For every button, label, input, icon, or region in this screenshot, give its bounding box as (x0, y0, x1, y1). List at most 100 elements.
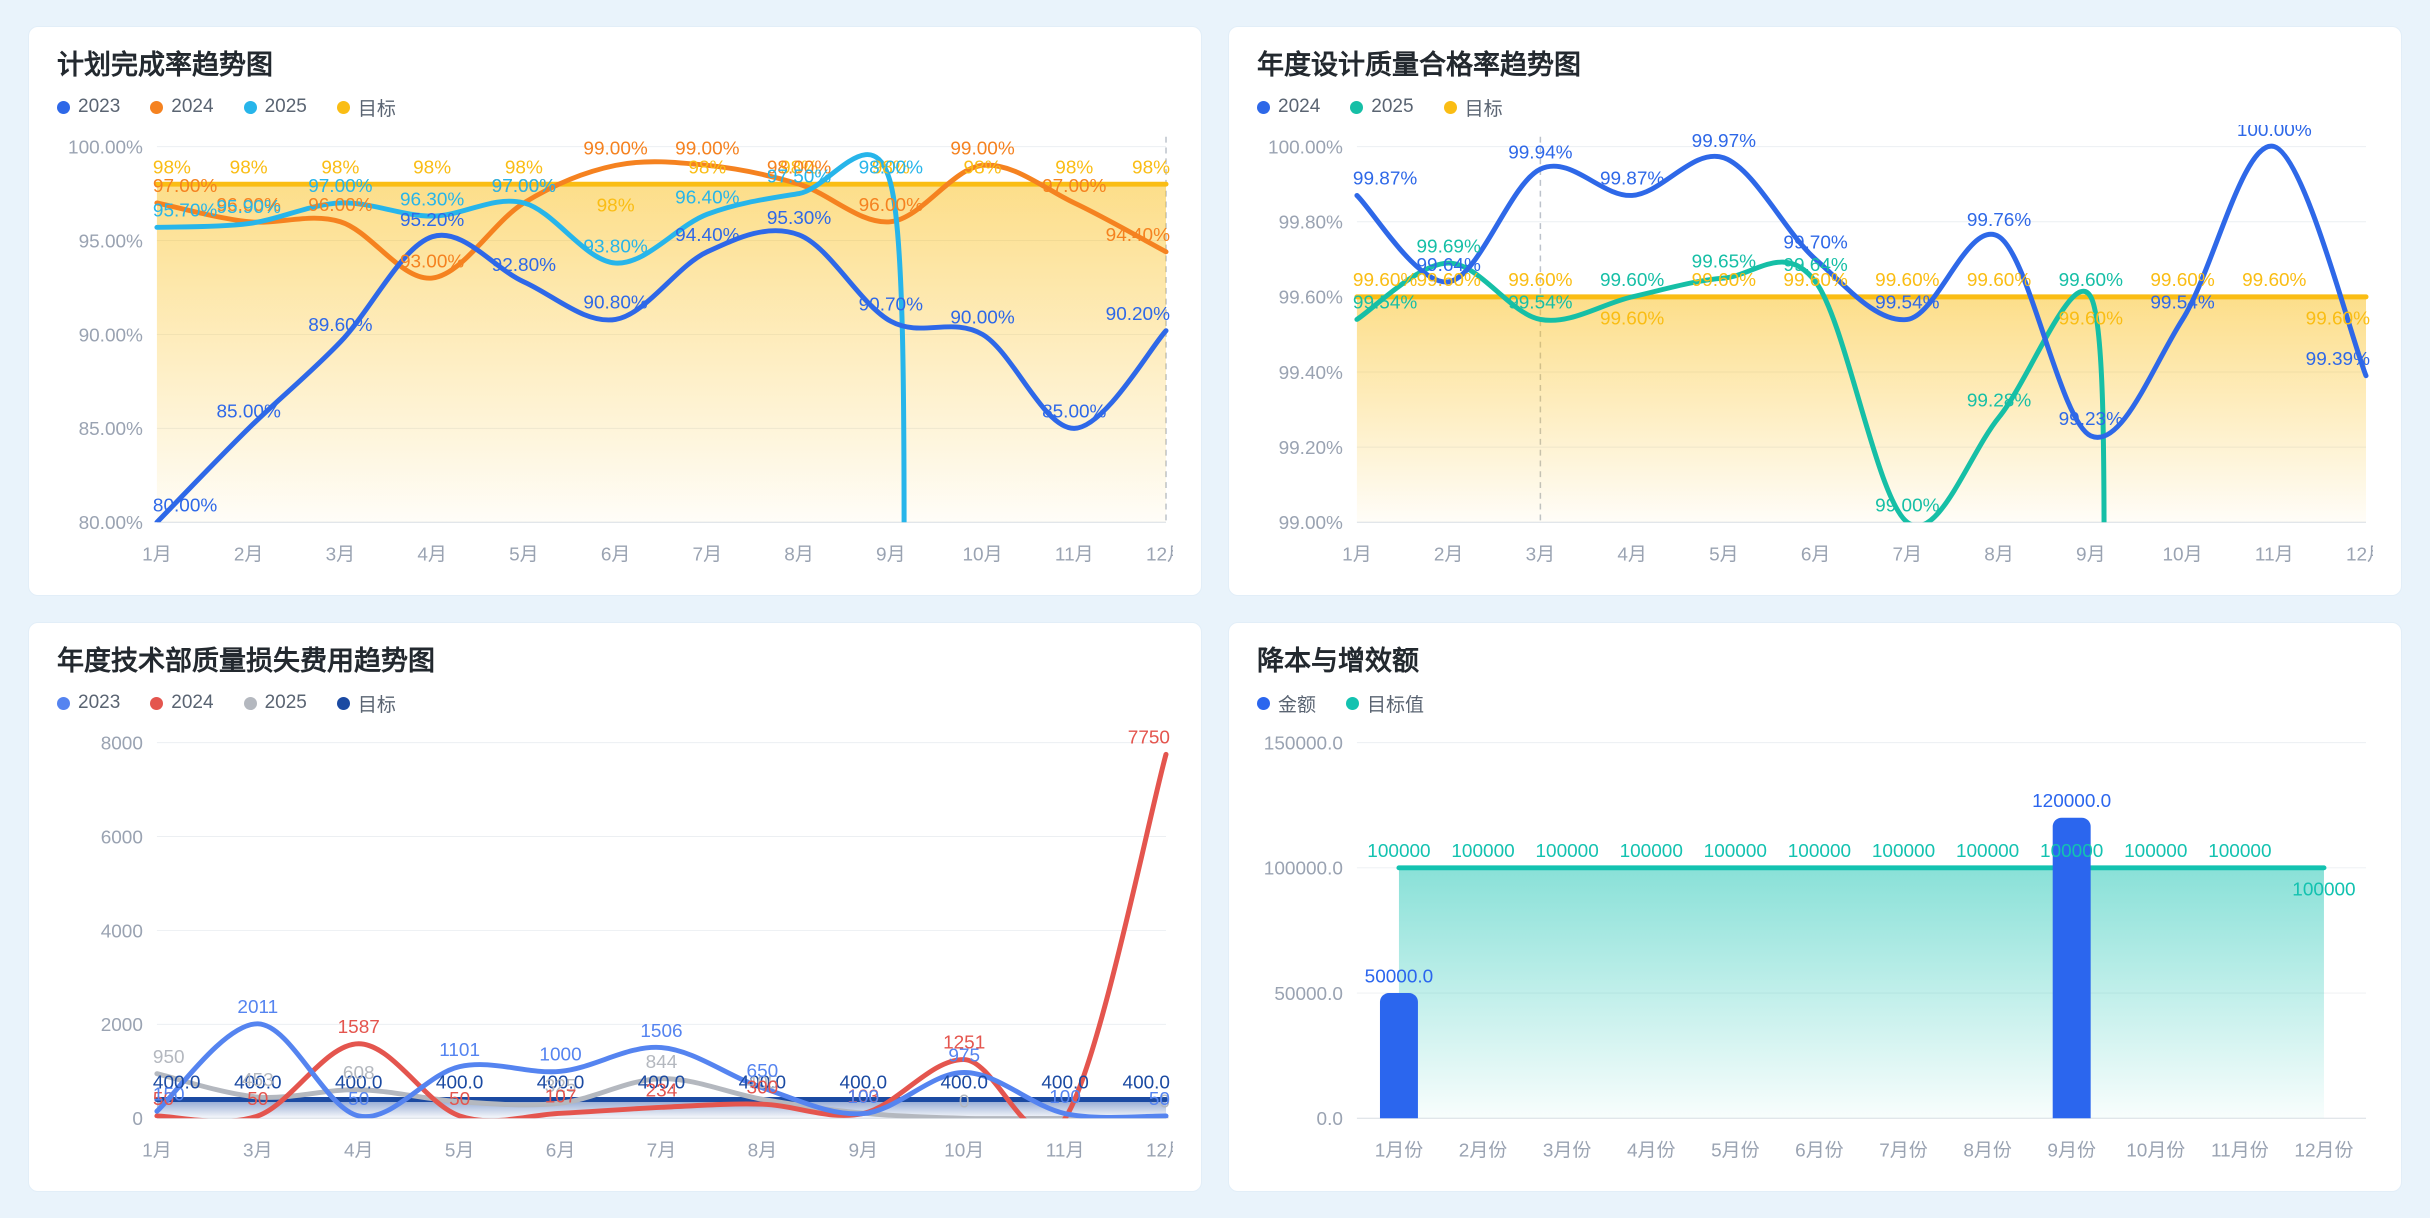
svg-text:92.80%: 92.80% (492, 254, 557, 275)
svg-text:98%: 98% (413, 157, 451, 178)
chart-legend: 2023 2024 2025 目标 (57, 687, 1173, 719)
svg-text:1月: 1月 (142, 544, 172, 565)
svg-text:99.76%: 99.76% (1967, 209, 2032, 230)
svg-text:90.00%: 90.00% (79, 324, 144, 345)
svg-text:3月: 3月 (1526, 544, 1556, 565)
svg-text:6月: 6月 (601, 544, 631, 565)
svg-text:95.90%: 95.90% (216, 196, 281, 217)
card-plan-completion: 计划完成率趋势图 202320242025目标 80.00%85.00%90.0… (28, 26, 1202, 596)
svg-text:6月份: 6月份 (1795, 1140, 1844, 1161)
legend-dot (1444, 101, 1457, 114)
svg-text:98%: 98% (153, 157, 191, 178)
legend-item-2024[interactable]: 2024 (150, 692, 213, 714)
card-cost-reduction: 降本与增效额 金额目标值 0.050000.0100000.0150000.01… (1228, 622, 2402, 1192)
svg-text:1月: 1月 (1342, 544, 1372, 565)
legend-dot (150, 101, 163, 114)
svg-text:2月: 2月 (1434, 544, 1464, 565)
svg-text:99.60%: 99.60% (1600, 307, 1665, 328)
svg-text:5月份: 5月份 (1711, 1140, 1760, 1161)
legend-item-目标值[interactable]: 目标值 (1346, 690, 1424, 717)
plan-completion-chart[interactable]: 80.00%85.00%90.00%95.00%100.00%1月2月3月4月5… (57, 125, 1173, 589)
legend-dot (244, 697, 257, 710)
svg-text:99.87%: 99.87% (1353, 168, 1418, 189)
svg-text:9月: 9月 (849, 1140, 879, 1161)
legend-label: 2024 (171, 692, 213, 714)
svg-text:99.00%: 99.00% (1279, 512, 1344, 533)
legend-dot (1257, 697, 1270, 710)
svg-text:97.00%: 97.00% (308, 175, 373, 196)
legend-item-2024[interactable]: 2024 (150, 96, 213, 118)
svg-text:95.20%: 95.20% (400, 209, 465, 230)
svg-text:99.60%: 99.60% (1600, 269, 1665, 290)
svg-text:1101: 1101 (439, 1039, 480, 1060)
svg-text:90.80%: 90.80% (583, 292, 648, 313)
legend-item-2024[interactable]: 2024 (1257, 96, 1320, 118)
legend-item-目标[interactable]: 目标 (337, 94, 396, 121)
svg-text:98%: 98% (964, 157, 1002, 178)
chart-canvas: 020004000600080001月3月4月5月6月7月8月9月10月11月1… (57, 721, 1173, 1185)
svg-text:6月: 6月 (546, 1140, 576, 1161)
svg-text:8000: 8000 (101, 733, 143, 754)
card-design-quality: 年度设计质量合格率趋势图 20242025目标 99.00%99.20%99.4… (1228, 26, 2402, 596)
svg-text:99.23%: 99.23% (2059, 408, 2124, 429)
svg-text:100000: 100000 (1788, 840, 1851, 861)
svg-text:1月份: 1月份 (1375, 1140, 1424, 1161)
svg-text:8月份: 8月份 (1963, 1140, 2012, 1161)
chart-legend: 金额 目标值 (1257, 687, 2373, 719)
svg-text:98%: 98% (321, 157, 359, 178)
quality-loss-cost-chart[interactable]: 020004000600080001月3月4月5月6月7月8月9月10月11月1… (57, 721, 1173, 1185)
svg-text:100.00%: 100.00% (2237, 125, 2312, 140)
legend-item-2023[interactable]: 2023 (57, 692, 120, 714)
svg-text:100000: 100000 (2124, 840, 2187, 861)
legend-item-目标[interactable]: 目标 (1444, 94, 1503, 121)
legend-item-2025[interactable]: 2025 (244, 96, 307, 118)
svg-text:11月份: 11月份 (2211, 1140, 2269, 1161)
svg-text:3月: 3月 (243, 1140, 273, 1161)
chart-title-design-quality: 年度设计质量合格率趋势图 (1257, 47, 2373, 83)
legend-dot (244, 101, 257, 114)
chart-canvas: 0.050000.0100000.0150000.01月份2月份3月份4月份5月… (1257, 721, 2373, 1185)
legend-item-目标[interactable]: 目标 (337, 690, 396, 717)
svg-text:100000: 100000 (2040, 840, 2103, 861)
svg-text:80.00%: 80.00% (153, 495, 218, 516)
svg-text:100.00%: 100.00% (1268, 137, 1343, 158)
svg-text:80.00%: 80.00% (79, 512, 144, 533)
svg-text:0: 0 (959, 1091, 970, 1112)
svg-text:98%: 98% (597, 195, 635, 216)
svg-text:97.00%: 97.00% (492, 175, 557, 196)
svg-text:99.39%: 99.39% (2306, 348, 2371, 369)
svg-text:4月: 4月 (1617, 544, 1647, 565)
legend-dot (150, 697, 163, 710)
svg-text:50: 50 (348, 1088, 369, 1109)
svg-text:950: 950 (153, 1046, 185, 1067)
svg-text:97.00%: 97.00% (153, 175, 218, 196)
svg-text:1587: 1587 (338, 1016, 380, 1037)
legend-dot (337, 101, 350, 114)
design-quality-chart[interactable]: 99.00%99.20%99.40%99.60%99.80%100.00%1月2… (1257, 125, 2373, 589)
svg-text:5月: 5月 (509, 544, 539, 565)
legend-label: 目标 (1465, 94, 1503, 121)
svg-text:99.60%: 99.60% (1875, 269, 1940, 290)
svg-text:100000: 100000 (2292, 878, 2355, 899)
legend-dot (1346, 697, 1359, 710)
svg-text:85.00%: 85.00% (216, 401, 281, 422)
legend-label: 2023 (78, 692, 120, 714)
svg-text:99.28%: 99.28% (1967, 389, 2032, 410)
legend-item-2025[interactable]: 2025 (244, 692, 307, 714)
svg-text:99.00%: 99.00% (950, 138, 1015, 159)
svg-text:5月: 5月 (1709, 544, 1739, 565)
legend-item-2023[interactable]: 2023 (57, 96, 120, 118)
legend-label: 目标 (358, 94, 396, 121)
svg-text:100000: 100000 (1535, 840, 1598, 861)
svg-text:99.70%: 99.70% (1783, 232, 1848, 253)
svg-text:12月: 12月 (1146, 544, 1173, 565)
legend-item-2025[interactable]: 2025 (1350, 96, 1413, 118)
svg-text:99.60%: 99.60% (1967, 269, 2032, 290)
svg-text:4000: 4000 (101, 920, 143, 941)
svg-text:98%: 98% (505, 157, 543, 178)
svg-text:99.69%: 99.69% (1416, 235, 1481, 256)
svg-text:7月: 7月 (1893, 544, 1923, 565)
svg-text:234: 234 (646, 1080, 678, 1101)
cost-reduction-chart[interactable]: 0.050000.0100000.0150000.01月份2月份3月份4月份5月… (1257, 721, 2373, 1185)
legend-item-金额[interactable]: 金额 (1257, 690, 1316, 717)
